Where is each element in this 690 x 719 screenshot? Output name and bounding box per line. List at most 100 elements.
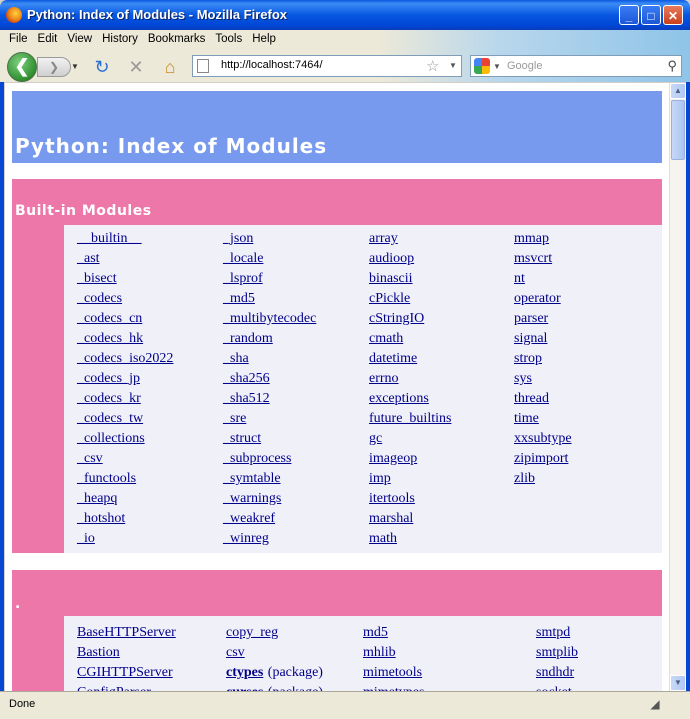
vertical-scrollbar[interactable]: ▲ ▼	[669, 83, 686, 691]
module-link[interactable]: cPickle	[369, 291, 410, 307]
module-link[interactable]: _locale	[223, 251, 263, 267]
menu-help[interactable]: Help	[247, 32, 281, 50]
bookmark-star-icon[interactable]: ☆	[426, 57, 439, 75]
module-link[interactable]: time	[514, 411, 539, 427]
module-link[interactable]: _lsprof	[223, 271, 263, 287]
module-link[interactable]: smtpd	[536, 625, 570, 640]
module-link[interactable]: parser	[514, 311, 548, 327]
module-link[interactable]: marshal	[369, 511, 413, 527]
module-link[interactable]: _codecs_iso2022	[77, 351, 173, 367]
minimize-button[interactable]: _	[619, 5, 639, 25]
module-link[interactable]: thread	[514, 391, 549, 407]
menu-history[interactable]: History	[97, 32, 143, 50]
module-link[interactable]: _md5	[223, 291, 255, 307]
module-link[interactable]: operator	[514, 291, 561, 307]
module-link[interactable]: zipimport	[514, 451, 568, 467]
search-icon[interactable]: ⚲	[667, 58, 677, 74]
module-link[interactable]: _hotshot	[77, 511, 125, 527]
module-link[interactable]: imageop	[369, 451, 417, 467]
module-link[interactable]: nt	[514, 271, 525, 287]
module-link[interactable]: md5	[363, 625, 388, 640]
maximize-button[interactable]: □	[641, 5, 661, 25]
module-link[interactable]: _ast	[77, 251, 100, 267]
google-icon[interactable]	[474, 58, 490, 74]
close-button[interactable]: ✕	[663, 5, 683, 25]
address-bar[interactable]: http://localhost:7464/ ☆ ▼	[192, 55, 462, 77]
module-link[interactable]: math	[369, 531, 397, 547]
module-link[interactable]: cStringIO	[369, 311, 424, 327]
reload-icon[interactable]: ↻	[91, 56, 113, 78]
module-link[interactable]: _symtable	[223, 471, 281, 487]
menu-edit[interactable]: Edit	[33, 32, 63, 50]
module-link[interactable]: _winreg	[223, 531, 269, 547]
module-link[interactable]: _subprocess	[223, 451, 291, 467]
module-link[interactable]: zlib	[514, 471, 535, 487]
module-link[interactable]: ctypes	[226, 665, 263, 680]
stop-icon[interactable]: ✕	[125, 56, 147, 78]
module-link[interactable]: smtplib	[536, 645, 578, 660]
module-link[interactable]: _codecs_jp	[77, 371, 140, 387]
module-link[interactable]: CGIHTTPServer	[77, 665, 173, 680]
module-link[interactable]: _sha512	[223, 391, 270, 407]
module-link[interactable]: _codecs_tw	[77, 411, 143, 427]
module-link[interactable]: mhlib	[363, 645, 396, 660]
module-link[interactable]: strop	[514, 351, 542, 367]
module-link[interactable]: _codecs	[77, 291, 122, 307]
address-dropdown-icon[interactable]: ▼	[449, 61, 457, 70]
module-link[interactable]: array	[369, 231, 398, 247]
module-link[interactable]: gc	[369, 431, 382, 447]
module-link[interactable]: _functools	[77, 471, 136, 487]
module-link[interactable]: cmath	[369, 331, 403, 347]
scroll-down-icon[interactable]: ▼	[670, 675, 686, 691]
module-link[interactable]: _weakref	[223, 511, 275, 527]
history-dropdown-icon[interactable]: ▼	[71, 62, 79, 71]
module-link[interactable]: signal	[514, 331, 547, 347]
home-icon[interactable]: ⌂	[159, 56, 181, 78]
menu-bookmarks[interactable]: Bookmarks	[143, 32, 211, 50]
module-link[interactable]: _collections	[77, 431, 145, 447]
search-bar[interactable]: ▼ Google ⚲	[470, 55, 682, 77]
module-link[interactable]: imp	[369, 471, 391, 487]
module-link[interactable]: _multibytecodec	[223, 311, 316, 327]
module-link[interactable]: _sre	[223, 411, 246, 427]
module-link[interactable]: _codecs_kr	[77, 391, 141, 407]
module-link[interactable]: exceptions	[369, 391, 429, 407]
module-link[interactable]: mimetools	[363, 665, 422, 680]
module-link[interactable]: _sha256	[223, 371, 270, 387]
back-button[interactable]: ❮	[7, 52, 37, 82]
module-link[interactable]: _sha	[223, 351, 249, 367]
module-link[interactable]: mmap	[514, 231, 549, 247]
module-link[interactable]: _warnings	[223, 491, 281, 507]
module-link[interactable]: sys	[514, 371, 532, 387]
module-link[interactable]: sndhdr	[536, 665, 574, 680]
module-link[interactable]: _codecs_hk	[77, 331, 143, 347]
module-link[interactable]: _json	[223, 231, 253, 247]
module-link[interactable]: Bastion	[77, 645, 120, 660]
module-link[interactable]: itertools	[369, 491, 415, 507]
module-link[interactable]: _codecs_cn	[77, 311, 142, 327]
module-link[interactable]: _struct	[223, 431, 261, 447]
module-link[interactable]: _csv	[77, 451, 103, 467]
address-url[interactable]: http://localhost:7464/	[221, 59, 323, 71]
forward-button[interactable]: ❯	[37, 57, 71, 77]
menu-tools[interactable]: Tools	[210, 32, 247, 50]
module-link[interactable]: csv	[226, 645, 245, 660]
search-engine-dropdown-icon[interactable]: ▼	[493, 62, 501, 71]
module-link[interactable]: _io	[77, 531, 95, 547]
module-link[interactable]: audioop	[369, 251, 414, 267]
module-link[interactable]: xxsubtype	[514, 431, 572, 447]
menu-file[interactable]: File	[4, 32, 33, 50]
module-link[interactable]: copy_reg	[226, 625, 278, 640]
module-link[interactable]: __builtin__	[77, 231, 142, 247]
module-link[interactable]: binascii	[369, 271, 413, 287]
scroll-thumb[interactable]	[671, 100, 685, 160]
menu-view[interactable]: View	[62, 32, 97, 50]
module-link[interactable]: BaseHTTPServer	[77, 625, 176, 640]
module-link[interactable]: _heapq	[77, 491, 117, 507]
module-link[interactable]: _bisect	[77, 271, 117, 287]
module-link[interactable]: datetime	[369, 351, 417, 367]
module-link[interactable]: errno	[369, 371, 399, 387]
search-input[interactable]: Google	[507, 60, 542, 72]
module-link[interactable]: _random	[223, 331, 273, 347]
module-link[interactable]: future_builtins	[369, 411, 451, 427]
